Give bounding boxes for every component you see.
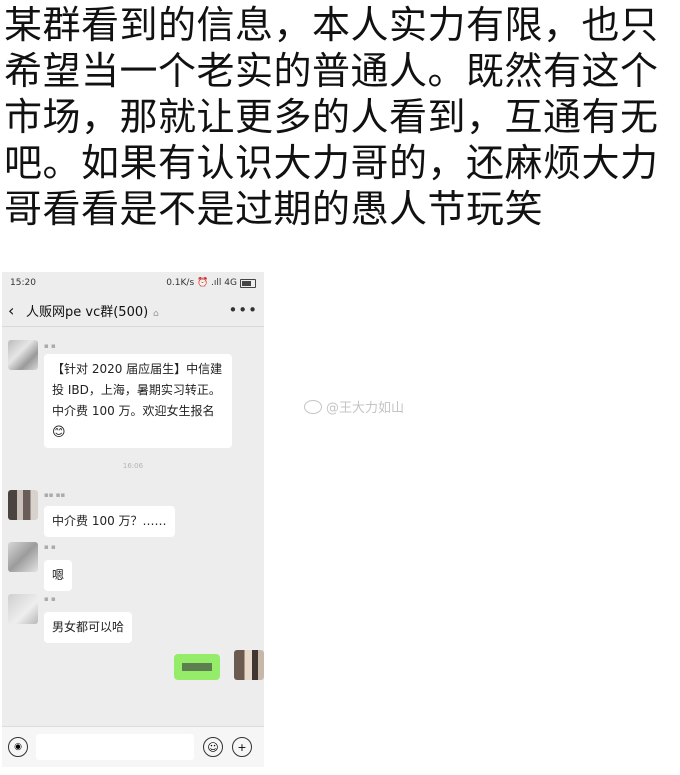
sender-name: ▪ ▪: [44, 543, 56, 551]
chat-title: 人贩网pe vc群(500) ⌂: [26, 304, 159, 320]
message-bubble[interactable]: 嗯: [44, 560, 73, 591]
post-text: 某群看到的信息，本人实力有限，也只希望当一个老实的普通人。既然有这个市场，那就让…: [4, 3, 659, 231]
watermark-text: @王大力如山: [326, 401, 405, 416]
battery-icon: [240, 278, 256, 288]
mute-icon: ⌂: [150, 308, 159, 319]
plus-icon[interactable]: +: [232, 737, 252, 757]
chevron-left-icon[interactable]: ‹: [8, 301, 22, 320]
status-bar: 15:20 0.1K/s ⏰ .ıll 4G: [2, 272, 264, 294]
status-indicators: 0.1K/s ⏰ .ıll 4G: [166, 278, 256, 288]
chat-header: ‹ 人贩网pe vc群(500) ⌂ •••: [2, 294, 264, 327]
message-bubble[interactable]: 男女都可以哈: [44, 612, 133, 643]
sender-name: ▪▪ ▪▪: [44, 491, 66, 499]
avatar[interactable]: [8, 490, 38, 520]
status-right-text: 0.1K/s ⏰ .ıll 4G: [166, 278, 237, 288]
sender-name: ▪ ▪: [44, 595, 56, 603]
avatar[interactable]: [8, 542, 38, 572]
smile-emoji-icon: 😊: [52, 425, 66, 440]
self-avatar[interactable]: [234, 650, 264, 680]
message-bubble[interactable]: 中介费 100 万？……: [44, 506, 175, 537]
message-input[interactable]: [36, 734, 194, 760]
weibo-icon: [304, 399, 322, 414]
blurred-content: [182, 663, 212, 671]
watermark: @王大力如山: [304, 397, 404, 416]
emoji-icon[interactable]: ☺: [203, 737, 223, 757]
status-time: 15:20: [10, 278, 36, 288]
avatar[interactable]: [8, 594, 38, 624]
message-bubble[interactable]: 【针对 2020 届应届生】中信建投 IBD，上海，暑期实习转正。中介费 100…: [44, 354, 232, 448]
voice-icon[interactable]: ◉: [8, 737, 28, 757]
time-divider: 16:06: [122, 462, 144, 470]
more-icon[interactable]: •••: [228, 301, 258, 319]
self-message-bubble[interactable]: [174, 654, 220, 680]
avatar[interactable]: [8, 340, 38, 370]
input-bar: ◉ ☺ +: [2, 726, 264, 767]
sender-name: ▪ ▪: [44, 342, 56, 350]
chat-screenshot: 15:20 0.1K/s ⏰ .ıll 4G ‹ 人贩网pe vc群(500) …: [2, 272, 264, 767]
